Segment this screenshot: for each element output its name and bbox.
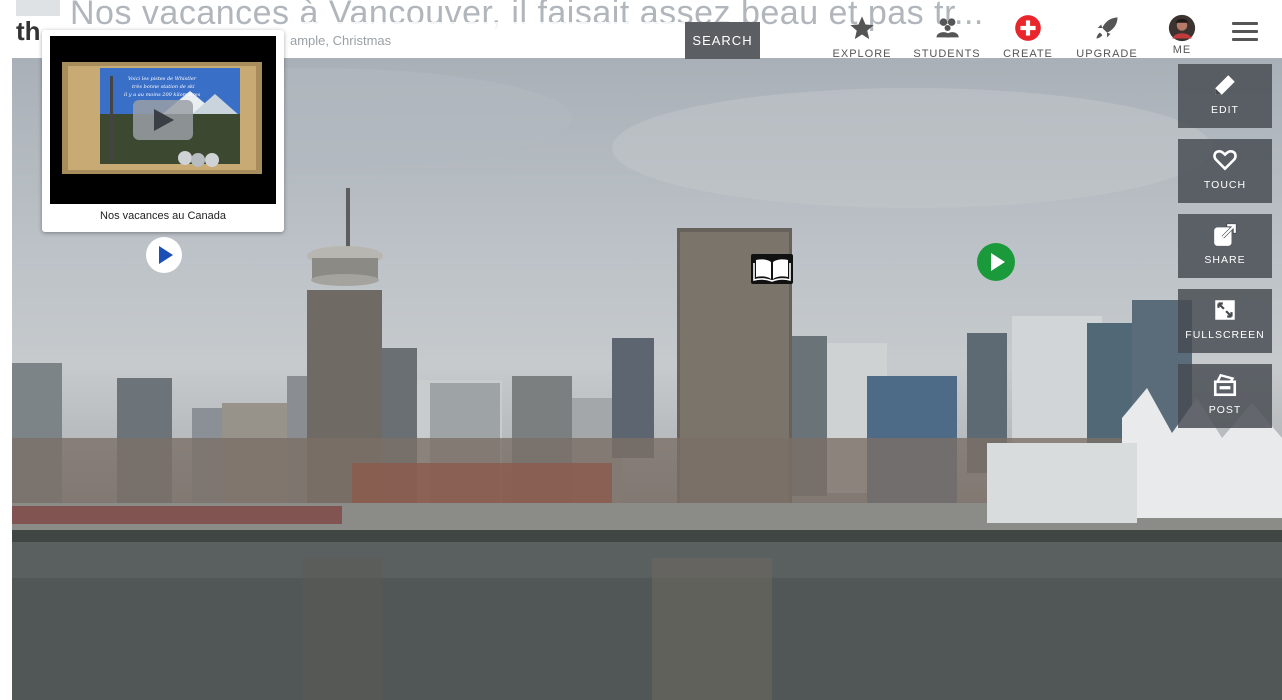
nav-students[interactable]: STUDENTS xyxy=(907,14,987,60)
svg-text:très bonne station de ski: très bonne station de ski xyxy=(132,83,195,90)
svg-text:il y a au moins 200 kilomètres: il y a au moins 200 kilomètres xyxy=(124,91,201,98)
search-button[interactable]: SEARCH xyxy=(685,22,760,59)
pencil-icon xyxy=(1215,75,1235,95)
students-icon xyxy=(936,18,959,38)
star-icon xyxy=(850,16,874,40)
book-marker[interactable] xyxy=(751,254,793,284)
fullscreen-icon xyxy=(1215,300,1235,320)
thumbnail-image: Voici les pistes de Whistler très bonne … xyxy=(50,36,276,204)
play-marker[interactable] xyxy=(146,237,182,273)
play-marker-green[interactable] xyxy=(977,243,1015,281)
share-button[interactable]: SHARE xyxy=(1178,214,1272,278)
touch-label: TOUCH xyxy=(1203,179,1247,191)
heart-icon xyxy=(1213,150,1237,171)
search-input[interactable] xyxy=(286,22,686,58)
media-popup[interactable]: Voici les pistes de Whistler très bonne … xyxy=(42,30,284,232)
svg-text:Voici les pistes de Whistler: Voici les pistes de Whistler xyxy=(128,76,197,82)
fullscreen-label: FULLSCREEN xyxy=(1185,329,1265,341)
nav-explore-label: EXPLORE xyxy=(832,48,892,60)
nav-explore[interactable]: EXPLORE xyxy=(822,14,902,60)
video-thumbnail[interactable]: Voici les pistes de Whistler très bonne … xyxy=(50,36,276,204)
play-icon xyxy=(159,246,173,264)
nav-me-label: ME xyxy=(1172,44,1192,56)
plus-circle-icon xyxy=(1015,15,1041,41)
nav-me[interactable]: ME xyxy=(1142,14,1222,56)
share-label: SHARE xyxy=(1204,254,1246,266)
site-logo[interactable]: th xyxy=(16,16,41,47)
share-external-icon xyxy=(1214,223,1237,246)
nav-create-label: CREATE xyxy=(1003,48,1053,60)
play-icon xyxy=(991,253,1005,271)
avatar xyxy=(1168,14,1196,42)
popup-caption: Nos vacances au Canada xyxy=(100,210,226,222)
rocket-icon xyxy=(1096,17,1118,39)
post-button[interactable]: POST xyxy=(1178,364,1272,428)
hamburger-menu-icon[interactable] xyxy=(1232,22,1258,42)
page: Nos vacances à Vancouver, il faisait ass… xyxy=(0,0,1282,700)
title-badge xyxy=(16,0,60,16)
post-icon xyxy=(1213,373,1237,397)
nav-create[interactable]: CREATE xyxy=(988,14,1068,60)
edit-label: EDIT xyxy=(1211,104,1239,116)
touch-button[interactable]: TOUCH xyxy=(1178,139,1272,203)
nav-students-label: STUDENTS xyxy=(913,48,981,60)
post-label: POST xyxy=(1208,404,1242,416)
nav-upgrade-label: UPGRADE xyxy=(1076,48,1138,60)
edit-button[interactable]: EDIT xyxy=(1178,64,1272,128)
nav-upgrade[interactable]: UPGRADE xyxy=(1067,14,1147,60)
book-icon xyxy=(753,259,791,282)
fullscreen-button[interactable]: FULLSCREEN xyxy=(1178,289,1272,353)
